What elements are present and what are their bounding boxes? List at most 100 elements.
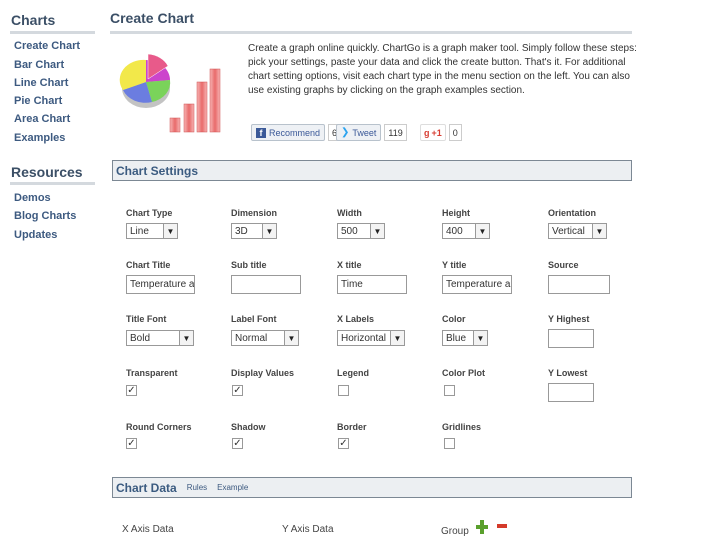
- width-label: Width: [337, 208, 362, 218]
- y-title-input[interactable]: Temperature and: [442, 275, 512, 294]
- sidebar-charts-heading: Charts: [11, 12, 56, 28]
- sidebar-rule: [10, 31, 95, 34]
- dropdown-arrow-icon: ▼: [592, 224, 606, 238]
- height-label: Height: [442, 208, 470, 218]
- title-font-select[interactable]: Bold ▼: [126, 330, 194, 346]
- chart-type-value: Line: [130, 225, 149, 237]
- source-label: Source: [548, 260, 579, 270]
- sidebar-link-demos[interactable]: Demos: [14, 192, 51, 204]
- page-title: Create Chart: [110, 10, 195, 26]
- x-labels-select[interactable]: Horizontal ▼: [337, 330, 405, 346]
- sub-title-input[interactable]: [231, 275, 301, 294]
- gplus-label: +1: [431, 127, 442, 138]
- display-values-checkbox[interactable]: ✓: [232, 385, 243, 396]
- chart-title-input[interactable]: Temperature and: [126, 275, 195, 294]
- chart-type-select[interactable]: Line ▼: [126, 223, 178, 239]
- orientation-value: Vertical: [552, 225, 585, 237]
- sidebar-link-blog-charts[interactable]: Blog Charts: [14, 210, 76, 222]
- label-font-value: Normal: [235, 332, 268, 344]
- dropdown-arrow-icon: ▼: [475, 224, 489, 238]
- legend-checkbox[interactable]: [338, 385, 349, 396]
- sidebar-link-updates[interactable]: Updates: [14, 229, 57, 241]
- border-label: Border: [337, 422, 367, 432]
- y-highest-input[interactable]: [548, 329, 594, 348]
- sidebar-resources-heading: Resources: [11, 164, 83, 180]
- title-font-value: Bold: [130, 332, 151, 344]
- shadow-checkbox[interactable]: ✓: [232, 438, 243, 449]
- plus-icon[interactable]: [476, 520, 488, 534]
- dropdown-arrow-icon: ▼: [163, 224, 177, 238]
- x-axis-data-label: X Axis Data: [122, 524, 174, 535]
- tweet-count: 119: [384, 124, 407, 141]
- logo-chart-icon: [119, 53, 221, 133]
- color-select[interactable]: Blue ▼: [442, 330, 488, 346]
- display-values-label: Display Values: [231, 368, 295, 378]
- chart-type-label: Chart Type: [126, 208, 173, 218]
- round-corners-checkbox[interactable]: ✓: [126, 438, 137, 449]
- tweet-label: Tweet: [352, 127, 377, 138]
- color-plot-label: Color Plot: [442, 368, 485, 378]
- facebook-icon: f: [256, 127, 266, 138]
- y-highest-label: Y Highest: [548, 314, 590, 324]
- color-label: Color: [442, 314, 466, 324]
- gridlines-label: Gridlines: [442, 422, 482, 432]
- dimension-label: Dimension: [231, 208, 278, 218]
- sidebar-link-line-chart[interactable]: Line Chart: [14, 77, 68, 89]
- intro-text: Create a graph online quickly. ChartGo i…: [248, 43, 637, 96]
- dimension-select[interactable]: 3D ▼: [231, 223, 277, 239]
- sidebar-link-pie-chart[interactable]: Pie Chart: [14, 95, 62, 107]
- height-select[interactable]: 400 ▼: [442, 223, 490, 239]
- orientation-select[interactable]: Vertical ▼: [548, 223, 607, 239]
- color-value: Blue: [446, 332, 467, 344]
- gplus-icon: g: [424, 127, 430, 138]
- chart-settings-title: Chart Settings: [116, 163, 199, 178]
- round-corners-label: Round Corners: [126, 422, 192, 432]
- sidebar-link-area-chart[interactable]: Area Chart: [14, 113, 70, 125]
- legend-label: Legend: [337, 368, 370, 378]
- sub-title-label: Sub title: [231, 260, 267, 270]
- label-font-label: Label Font: [231, 314, 277, 324]
- title-rule: [110, 31, 632, 34]
- gridlines-checkbox[interactable]: [444, 438, 455, 449]
- minus-icon[interactable]: [497, 524, 507, 528]
- gplus-button[interactable]: g +1: [420, 124, 446, 141]
- x-title-input[interactable]: Time: [337, 275, 407, 294]
- rules-link[interactable]: Rules: [187, 483, 207, 492]
- y-lowest-label: Y Lowest: [548, 368, 588, 378]
- y-axis-data-label: Y Axis Data: [282, 524, 334, 535]
- y-lowest-input[interactable]: [548, 383, 594, 402]
- sidebar-rule: [10, 182, 95, 185]
- dimension-value: 3D: [235, 225, 248, 237]
- recommend-label: Recommend: [269, 127, 321, 138]
- border-checkbox[interactable]: ✓: [338, 438, 349, 449]
- tweet-button[interactable]: ❯ Tweet: [336, 124, 382, 141]
- x-labels-label: X Labels: [337, 314, 375, 324]
- shadow-label: Shadow: [231, 422, 266, 432]
- width-select[interactable]: 500 ▼: [337, 223, 385, 239]
- label-font-select[interactable]: Normal ▼: [231, 330, 299, 346]
- sidebar-link-examples[interactable]: Examples: [14, 132, 65, 144]
- sidebar-link-bar-chart[interactable]: Bar Chart: [14, 59, 64, 71]
- title-font-label: Title Font: [126, 314, 167, 324]
- dropdown-arrow-icon: ▼: [179, 331, 193, 345]
- transparent-checkbox[interactable]: ✓: [126, 385, 137, 396]
- chart-title-label: Chart Title: [126, 260, 171, 270]
- chart-data-title: Chart Data: [116, 480, 177, 495]
- color-plot-checkbox[interactable]: [444, 385, 455, 396]
- chart-settings-header: Chart Settings: [112, 160, 632, 181]
- transparent-label: Transparent: [126, 368, 178, 378]
- facebook-recommend-button[interactable]: f Recommend: [251, 124, 326, 141]
- group-label: Group: [441, 526, 469, 537]
- sidebar-link-create-chart[interactable]: Create Chart: [14, 40, 80, 52]
- source-input[interactable]: [548, 275, 610, 294]
- twitter-icon: ❯: [341, 127, 350, 138]
- width-value: 500: [341, 225, 358, 237]
- twitter-tweet: ❯ Tweet 119: [336, 124, 407, 141]
- orientation-label: Orientation: [548, 208, 597, 218]
- gplus-share: g +1 0: [420, 124, 462, 141]
- x-title-label: X title: [337, 260, 362, 270]
- dropdown-arrow-icon: ▼: [284, 331, 298, 345]
- example-link[interactable]: Example: [217, 483, 248, 492]
- dropdown-arrow-icon: ▼: [262, 224, 276, 238]
- gplus-count: 0: [448, 124, 462, 141]
